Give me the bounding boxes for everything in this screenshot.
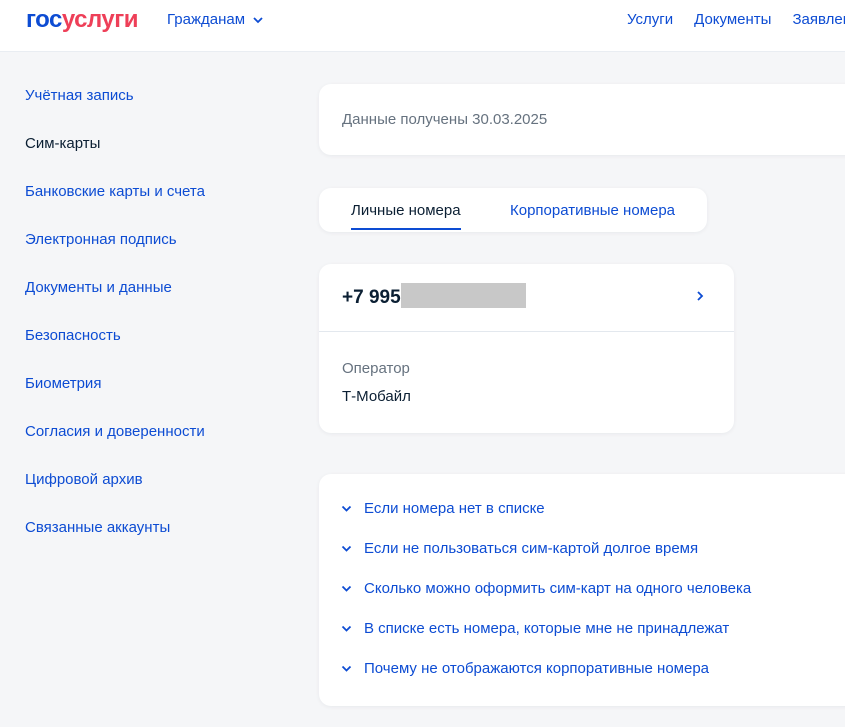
- faq-question: В списке есть номера, которые мне не при…: [364, 620, 730, 637]
- number-tabs: Личные номера Корпоративные номера: [319, 188, 707, 232]
- nav-documents[interactable]: Документы: [694, 11, 771, 28]
- phone-number-row[interactable]: +7 995: [319, 264, 734, 332]
- phone-card: +7 995 Оператор Т-Мобайл: [319, 264, 734, 433]
- faq-item-unused-sim[interactable]: Если не пользоваться сим-картой долгое в…: [341, 540, 698, 557]
- faq-question: Если не пользоваться сим-картой долгое в…: [364, 540, 699, 557]
- chevron-down-icon: [341, 665, 352, 672]
- nav-applications[interactable]: Заявления: [792, 11, 845, 28]
- top-nav: Услуги Документы Заявления: [627, 11, 845, 28]
- chevron-down-icon: [253, 16, 263, 23]
- sidebar-item-sim-cards[interactable]: Сим-карты: [25, 134, 285, 182]
- chevron-down-icon: [341, 505, 352, 512]
- audience-label: Гражданам: [167, 11, 246, 28]
- operator-label: Оператор: [342, 360, 410, 377]
- sidebar-item-biometrics[interactable]: Биометрия: [25, 374, 285, 422]
- top-header: госуслуги Гражданам Услуги Документы Зая…: [0, 0, 845, 52]
- sidebar-item-linked-accounts[interactable]: Связанные аккаунты: [25, 518, 285, 566]
- logo-uslugi-part: услуги: [61, 6, 139, 33]
- data-received-text: Данные получены 30.03.2025: [342, 111, 548, 128]
- logo-gos-part: гос: [26, 6, 62, 33]
- nav-services[interactable]: Услуги: [627, 11, 673, 28]
- tab-personal-numbers[interactable]: Личные номера: [351, 202, 461, 219]
- phone-number-redaction: [401, 283, 526, 308]
- chevron-right-icon: [697, 291, 704, 301]
- faq-question: Если номера нет в списке: [364, 500, 545, 517]
- faq-item-not-in-list[interactable]: Если номера нет в списке: [341, 500, 545, 517]
- data-received-card: Данные получены 30.03.2025: [319, 84, 845, 155]
- gosuslugi-logo[interactable]: госуслуги: [26, 6, 139, 34]
- chevron-down-icon: [341, 545, 352, 552]
- active-tab-indicator: [351, 228, 461, 230]
- sidebar-item-account[interactable]: Учётная запись: [25, 86, 285, 134]
- sidebar-item-consents[interactable]: Согласия и доверенности: [25, 422, 285, 470]
- faq-item-corporate-hidden[interactable]: Почему не отображаются корпоративные ном…: [341, 660, 709, 677]
- audience-dropdown[interactable]: Гражданам: [167, 11, 263, 28]
- profile-sidebar: Учётная запись Сим-карты Банковские карт…: [25, 86, 285, 566]
- faq-card: Если номера нет в списке Если не пользов…: [319, 474, 845, 706]
- sidebar-item-e-signature[interactable]: Электронная подпись: [25, 230, 285, 278]
- faq-question: Сколько можно оформить сим-карт на одног…: [364, 580, 752, 597]
- sidebar-item-bank-cards[interactable]: Банковские карты и счета: [25, 182, 285, 230]
- sidebar-item-security[interactable]: Безопасность: [25, 326, 285, 374]
- chevron-down-icon: [341, 625, 352, 632]
- phone-number: +7 995: [342, 287, 401, 308]
- sidebar-item-digital-archive[interactable]: Цифровой архив: [25, 470, 285, 518]
- tab-corporate-numbers[interactable]: Корпоративные номера: [510, 202, 675, 219]
- faq-question: Почему не отображаются корпоративные ном…: [364, 660, 710, 677]
- faq-item-sim-limit[interactable]: Сколько можно оформить сим-карт на одног…: [341, 580, 751, 597]
- chevron-down-icon: [341, 585, 352, 592]
- operator-value: Т-Мобайл: [342, 388, 411, 405]
- sidebar-item-documents[interactable]: Документы и данные: [25, 278, 285, 326]
- faq-item-foreign-numbers[interactable]: В списке есть номера, которые мне не при…: [341, 620, 729, 637]
